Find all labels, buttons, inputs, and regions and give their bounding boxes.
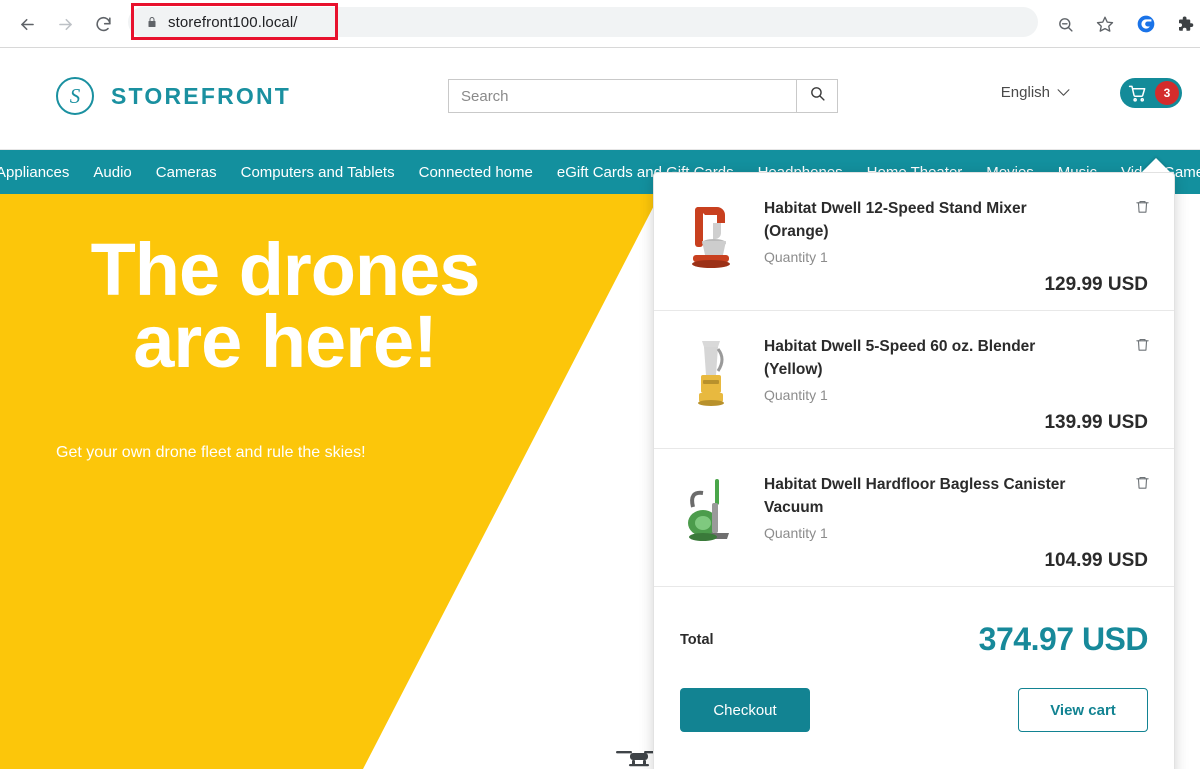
url-highlight-box xyxy=(131,3,338,40)
browser-toolbar: storefront100.local/ xyxy=(0,0,1200,48)
search-icon xyxy=(809,85,826,107)
cart-item-quantity: Quantity 1 xyxy=(764,525,1148,541)
cart-item-name[interactable]: Habitat Dwell 12-Speed Stand Mixer (Oran… xyxy=(764,197,1094,244)
cart-item-info: Habitat Dwell 5-Speed 60 oz. Blender (Ye… xyxy=(764,335,1148,430)
web-page: S STOREFRONT English xyxy=(0,48,1200,769)
cart-item-name[interactable]: Habitat Dwell Hardfloor Bagless Canister… xyxy=(764,473,1094,520)
cart-item-price: 129.99 USD xyxy=(1044,274,1148,296)
profile-icon[interactable] xyxy=(1131,9,1161,39)
checkout-button[interactable]: Checkout xyxy=(680,688,810,732)
cart-item-price: 139.99 USD xyxy=(1044,412,1148,434)
zoom-out-icon[interactable] xyxy=(1050,9,1080,39)
vacuum-icon xyxy=(680,473,742,557)
cart-total-value: 374.97 USD xyxy=(979,621,1148,658)
back-icon[interactable] xyxy=(12,9,42,39)
hero-title: The drones are here! xyxy=(0,234,570,378)
blender-icon xyxy=(680,335,742,419)
trash-icon[interactable] xyxy=(1135,474,1150,491)
cart-button[interactable]: 3 xyxy=(1120,78,1182,108)
cart-item-quantity: Quantity 1 xyxy=(764,249,1148,265)
cart-item-name[interactable]: Habitat Dwell 5-Speed 60 oz. Blender (Ye… xyxy=(764,335,1094,382)
hero-title-line2: are here! xyxy=(0,306,570,378)
cart-item-quantity: Quantity 1 xyxy=(764,387,1148,403)
puzzle-icon[interactable] xyxy=(1170,9,1200,39)
language-selector[interactable]: English xyxy=(1001,84,1070,101)
hero-title-line1: The drones xyxy=(0,234,570,306)
shopping-cart-icon xyxy=(1128,84,1147,103)
cart-count-badge: 3 xyxy=(1155,81,1179,105)
cart-item: Habitat Dwell 12-Speed Stand Mixer (Oran… xyxy=(654,173,1174,311)
cart-item: Habitat Dwell 5-Speed 60 oz. Blender (Ye… xyxy=(654,311,1174,449)
cart-dropdown: Habitat Dwell 12-Speed Stand Mixer (Oran… xyxy=(653,172,1175,769)
cart-item-info: Habitat Dwell Hardfloor Bagless Canister… xyxy=(764,473,1148,568)
cart-item-price: 104.99 USD xyxy=(1044,550,1148,572)
stand-mixer-icon xyxy=(680,197,742,281)
forward-icon[interactable] xyxy=(50,9,80,39)
bookmark-star-icon[interactable] xyxy=(1090,9,1120,39)
search-bar xyxy=(448,79,838,113)
cart-total-row: Total 374.97 USD xyxy=(654,587,1174,688)
site-logo-text: STOREFRONT xyxy=(111,83,291,110)
nav-item-appliances[interactable]: Appliances xyxy=(0,164,69,181)
cart-actions: Checkout View cart xyxy=(654,688,1174,732)
nav-item-audio[interactable]: Audio xyxy=(93,164,131,181)
hero-subtitle: Get your own drone fleet and rule the sk… xyxy=(56,444,366,462)
site-header: S STOREFRONT English xyxy=(0,48,1200,150)
chevron-down-icon xyxy=(1057,84,1070,101)
cart-dropdown-caret xyxy=(1142,158,1170,172)
trash-icon[interactable] xyxy=(1135,198,1150,215)
site-logo[interactable]: S STOREFRONT xyxy=(56,77,291,115)
browser-window: storefront100.local/ S STOREFRONT xyxy=(0,0,1200,769)
cart-item: Habitat Dwell Hardfloor Bagless Canister… xyxy=(654,449,1174,587)
language-label: English xyxy=(1001,84,1050,101)
trash-icon[interactable] xyxy=(1135,336,1150,353)
view-cart-button[interactable]: View cart xyxy=(1018,688,1148,732)
reload-icon[interactable] xyxy=(88,9,118,39)
search-input[interactable] xyxy=(448,79,796,113)
nav-item-cameras[interactable]: Cameras xyxy=(156,164,217,181)
storefront-logo-icon: S xyxy=(56,77,94,115)
search-button[interactable] xyxy=(796,79,838,113)
nav-item-connected-home[interactable]: Connected home xyxy=(419,164,533,181)
cart-total-label: Total xyxy=(680,632,714,648)
cart-item-info: Habitat Dwell 12-Speed Stand Mixer (Oran… xyxy=(764,197,1148,292)
nav-item-computers-and-tablets[interactable]: Computers and Tablets xyxy=(241,164,395,181)
